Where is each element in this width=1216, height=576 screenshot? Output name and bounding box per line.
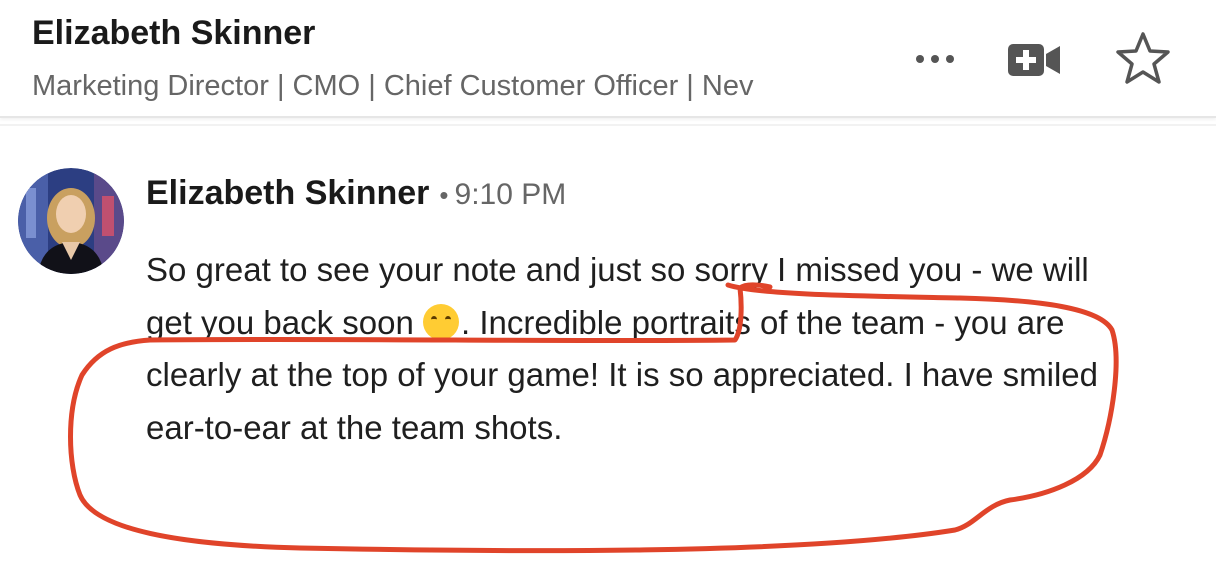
hugging-face-emoji-icon — [423, 303, 460, 340]
separator: • — [439, 180, 449, 210]
avatar[interactable] — [18, 168, 124, 274]
message-timestamp: 9:10 PM — [454, 178, 567, 211]
more-options-icon[interactable] — [900, 34, 970, 84]
contact-headline: Marketing Director | CMO | Chief Custome… — [32, 70, 754, 102]
conversation-header: Elizabeth Skinner Marketing Director | C… — [0, 0, 1216, 118]
sender-name[interactable]: Elizabeth Skinner — [146, 174, 429, 212]
divider — [0, 124, 1216, 126]
contact-name[interactable]: Elizabeth Skinner — [32, 14, 315, 53]
video-call-icon[interactable] — [1004, 36, 1066, 84]
message-header: Elizabeth Skinner • 9:10 PM — [146, 174, 566, 213]
star-icon[interactable] — [1112, 28, 1174, 90]
message-body: So great to see your note and just so so… — [146, 244, 1106, 454]
